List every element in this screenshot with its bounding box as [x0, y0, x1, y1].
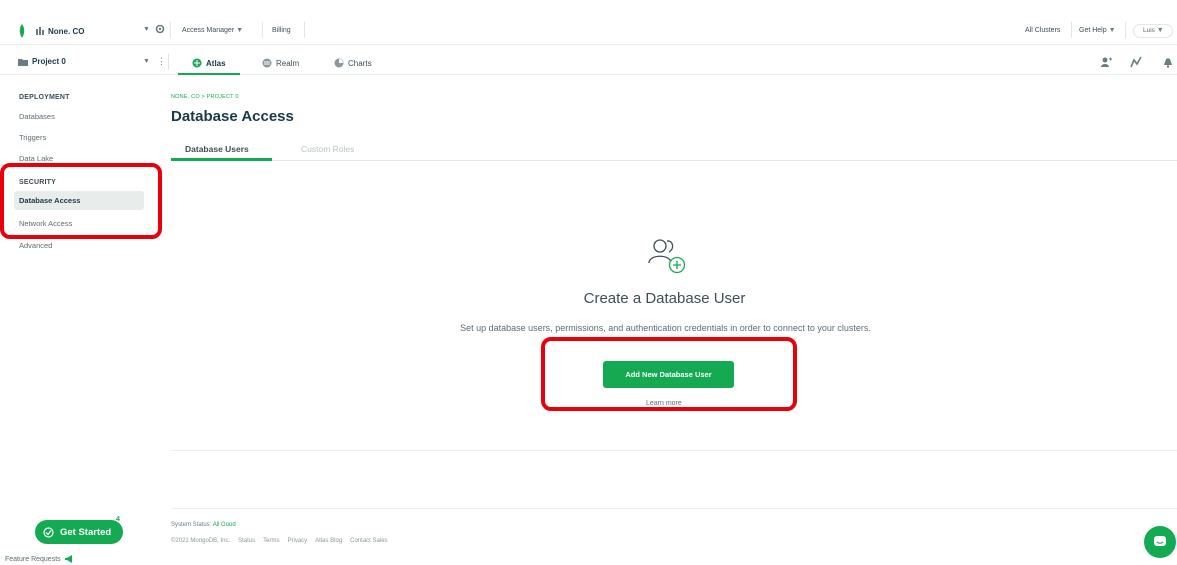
empty-state-title: Create a Database User — [583, 290, 746, 307]
active-tab-indicator — [178, 73, 240, 75]
divider — [170, 22, 171, 38]
tab-database-users[interactable]: Database Users — [185, 144, 249, 154]
divider — [171, 508, 1177, 509]
tab-label: Realm — [276, 58, 300, 68]
sidebar-item-triggers[interactable]: Triggers — [19, 133, 46, 142]
sidebar-heading-security: SECURITY — [19, 179, 56, 186]
divider — [304, 22, 305, 38]
chevron-down-icon: ▼ — [1108, 27, 1116, 34]
divider — [171, 450, 1177, 451]
divider — [168, 54, 169, 70]
atlas-icon — [192, 58, 202, 68]
tab-custom-roles[interactable]: Custom Roles — [301, 144, 354, 154]
megaphone-icon — [64, 555, 72, 563]
bell-icon[interactable] — [1162, 56, 1174, 68]
check-circle-icon — [43, 526, 54, 538]
tab-atlas[interactable]: Atlas — [192, 55, 226, 71]
all-clusters-link[interactable]: All Clusters — [1025, 27, 1060, 34]
add-user-illustration-icon — [648, 239, 686, 274]
add-new-database-user-button[interactable]: Add New Database User — [603, 361, 734, 388]
realm-icon — [262, 58, 272, 68]
project-name: Project 0 — [32, 57, 66, 66]
system-status: System Status: All Good — [171, 522, 236, 528]
get-help-menu[interactable]: Get Help ▼ — [1079, 27, 1116, 34]
copyright: ©2021 MongoDB, Inc. — [171, 538, 231, 544]
tab-charts[interactable]: Charts — [334, 55, 372, 71]
sidebar-heading-deployment: DEPLOYMENT — [19, 94, 70, 101]
tab-label: Charts — [348, 58, 372, 68]
learn-more-link[interactable]: Learn more — [646, 400, 682, 407]
feature-requests-link[interactable]: Feature Requests — [5, 555, 74, 563]
feature-requests-label: Feature Requests — [5, 555, 61, 563]
active-tab-indicator — [171, 158, 272, 161]
org-grid-icon — [36, 27, 44, 35]
chat-bubble-icon — [1154, 536, 1166, 546]
sidebar-item-database-access[interactable]: Database Access — [14, 191, 144, 210]
chevron-down-icon: ▼ — [1156, 27, 1164, 34]
tab-label: Atlas — [206, 58, 226, 68]
access-manager-link[interactable]: Access Manager ▼ — [182, 27, 243, 34]
sidebar-item-advanced[interactable]: Advanced — [19, 241, 52, 250]
divider — [1125, 22, 1126, 38]
status-value[interactable]: All Good — [213, 522, 236, 528]
footer-link-privacy[interactable]: Privacy — [287, 538, 307, 544]
status-label: System Status: — [171, 522, 212, 528]
billing-link[interactable]: Billing — [272, 27, 291, 34]
gear-icon[interactable] — [155, 24, 165, 34]
get-started-label: Get Started — [60, 526, 112, 538]
folder-icon — [18, 58, 28, 66]
chevron-down-icon: ▼ — [236, 27, 244, 34]
tab-realm[interactable]: Realm — [262, 55, 299, 71]
charts-icon — [334, 58, 344, 68]
project-selector[interactable]: Project 0 — [18, 57, 66, 66]
footer-link-status[interactable]: Status — [238, 538, 255, 544]
kebab-menu-icon[interactable]: ⋮ — [157, 56, 166, 67]
footer-link-terms[interactable]: Terms — [263, 538, 279, 544]
activity-feed-icon[interactable] — [1130, 56, 1142, 68]
invite-user-icon[interactable] — [1100, 56, 1112, 68]
content-tabs: Database Users Custom Roles — [171, 140, 1177, 161]
user-menu[interactable]: Luis ▼ — [1133, 24, 1173, 38]
sidebar-item-data-lake[interactable]: Data Lake — [19, 154, 53, 163]
footer-link-atlas-blog[interactable]: Atlas Blog — [315, 538, 342, 544]
get-started-count-badge: 4 — [116, 516, 120, 523]
breadcrumb[interactable]: NONE. CO > PROJECT 0 — [171, 94, 239, 100]
project-chevron-down-icon[interactable]: ▼ — [143, 58, 150, 65]
page-title: Database Access — [171, 108, 294, 125]
empty-state-description: Set up database users, permissions, and … — [460, 323, 871, 333]
divider — [262, 22, 263, 38]
left-sidebar — [0, 76, 160, 565]
project-bar — [0, 50, 1177, 75]
mongodb-leaf-icon — [19, 24, 25, 38]
get-started-button[interactable]: Get Started — [35, 520, 123, 544]
org-chevron-down-icon[interactable]: ▼ — [143, 26, 150, 33]
sidebar-item-network-access[interactable]: Network Access — [19, 219, 72, 228]
sidebar-item-databases[interactable]: Databases — [19, 112, 55, 121]
chat-support-button[interactable] — [1144, 526, 1176, 558]
top-nav-bar — [0, 0, 1177, 45]
divider — [1071, 22, 1072, 38]
footer-link-contact-sales[interactable]: Contact Sales — [350, 538, 387, 544]
footer-links: ©2021 MongoDB, Inc. Status Terms Privacy… — [171, 538, 388, 544]
org-name: None. CO — [48, 26, 85, 36]
